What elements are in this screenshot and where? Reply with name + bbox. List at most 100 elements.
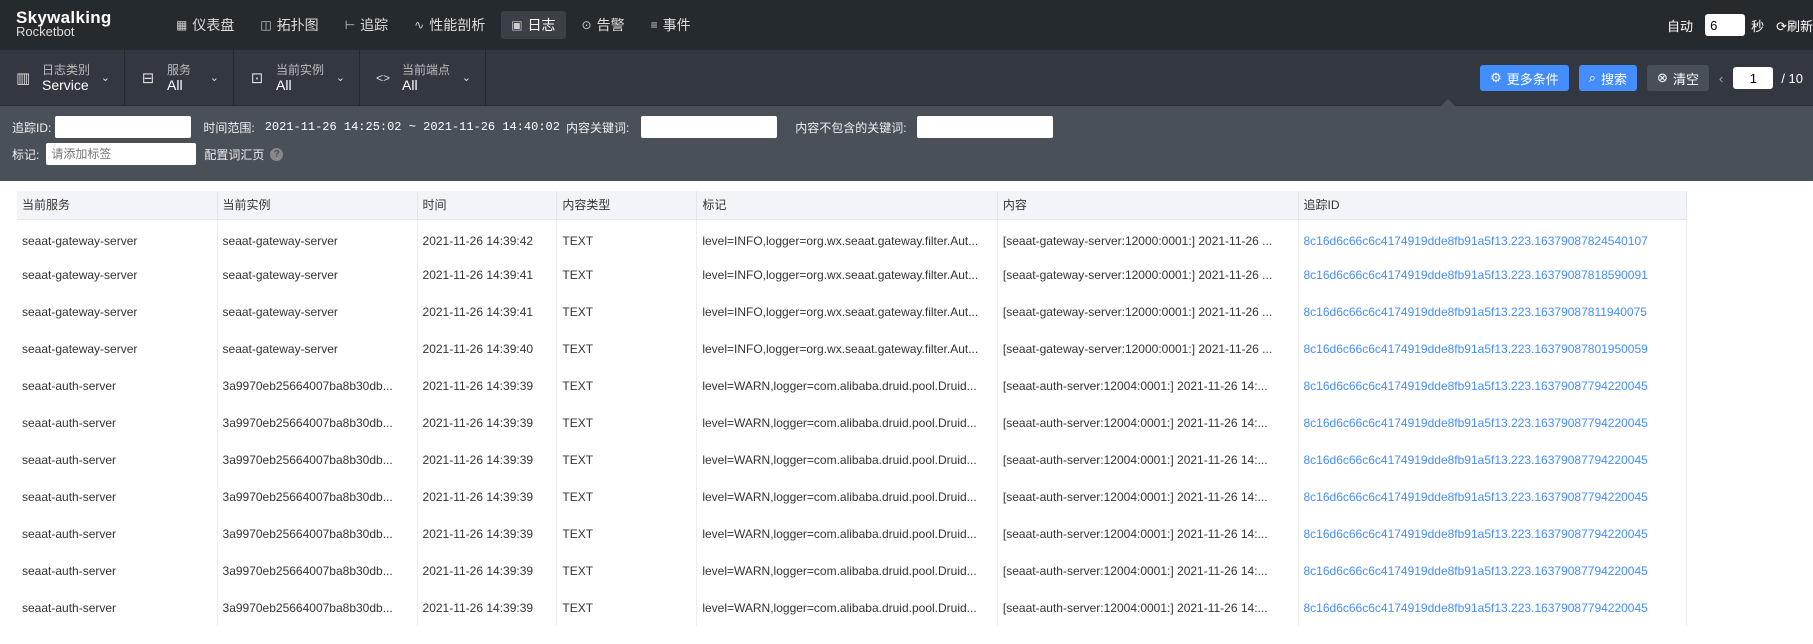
table-row[interactable]: seaat-auth-server 3a9970eb25664007ba8b30d… xyxy=(17,441,1687,478)
tags-label: 标记: xyxy=(12,147,40,162)
page-input[interactable] xyxy=(1733,67,1774,89)
nav-label: 追踪 xyxy=(360,17,389,33)
cell-trace-id[interactable]: 8c16d6c66c6c4174919dde8fb91a5f13.223.163… xyxy=(1298,515,1687,552)
cell-trace-id[interactable]: 8c16d6c66c6c4174919dde8fb91a5f13.223.163… xyxy=(1298,478,1687,515)
endpoint-select[interactable]: <> 当前端点 All ⌄ xyxy=(360,49,486,106)
refresh-button[interactable]: ⟳刷新 xyxy=(1776,16,1813,35)
trace-icon: ⊢ xyxy=(344,18,356,32)
select-label: 服务 xyxy=(167,62,192,77)
table-row[interactable]: seaat-auth-server 3a9970eb25664007ba8b30d… xyxy=(17,404,1687,441)
trace-id-input[interactable] xyxy=(55,116,192,138)
cell-content-type: TEXT xyxy=(556,219,698,256)
more-conditions-button[interactable]: ⚙ 更多条件 xyxy=(1480,65,1569,91)
refresh-interval-input[interactable] xyxy=(1705,14,1746,36)
config-vocab-link[interactable]: 配置词汇页 xyxy=(204,146,264,163)
col-header-content: 内容 xyxy=(997,191,1299,220)
cell-time: 2021-11-26 14:39:40 xyxy=(417,330,558,367)
cell-content-type: TEXT xyxy=(556,256,698,293)
cell-tags: level=WARN,logger=com.alibaba.druid.pool… xyxy=(696,515,998,552)
auto-refresh: 自动 秒 ⟳刷新 xyxy=(1667,0,1813,50)
col-header-tags: 标记 xyxy=(696,191,998,220)
cell-content: [seaat-gateway-server:12000:0001:] 2021-… xyxy=(997,293,1299,330)
nav-trace[interactable]: ⊢ 追踪 xyxy=(335,11,398,39)
table-row[interactable]: seaat-gateway-server seaat-gateway-server… xyxy=(17,293,1687,330)
keywords-label: 内容关键词: xyxy=(565,120,630,135)
cell-content-type: TEXT xyxy=(556,515,698,552)
topology-icon: ◫ xyxy=(260,18,272,32)
help-icon[interactable]: ? xyxy=(270,147,284,161)
chevron-down-icon: ⌄ xyxy=(209,72,219,84)
cell-trace-id[interactable]: 8c16d6c66c6c4174919dde8fb91a5f13.223.163… xyxy=(1298,219,1687,256)
cell-trace-id[interactable]: 8c16d6c66c6c4174919dde8fb91a5f13.223.163… xyxy=(1298,552,1687,589)
table-row[interactable]: seaat-auth-server 3a9970eb25664007ba8b30d… xyxy=(17,589,1687,626)
refresh-icon: ⟳ xyxy=(1776,18,1787,34)
nav-profile[interactable]: ∿ 性能剖析 xyxy=(404,11,495,39)
chevron-left-icon[interactable]: ‹ xyxy=(1719,71,1723,86)
instance-select[interactable]: ⊡ 当前实例 All ⌄ xyxy=(234,49,360,106)
cell-time: 2021-11-26 14:39:39 xyxy=(417,552,558,589)
keywords-input[interactable] xyxy=(641,116,778,138)
cell-tags: level=WARN,logger=com.alibaba.druid.pool… xyxy=(696,367,998,404)
dashboard-icon: ▦ xyxy=(176,18,188,32)
cell-trace-id[interactable]: 8c16d6c66c6c4174919dde8fb91a5f13.223.163… xyxy=(1298,330,1687,367)
col-header-instance: 当前实例 xyxy=(217,191,418,220)
cell-instance: seaat-gateway-server xyxy=(217,330,418,367)
cell-time: 2021-11-26 14:39:42 xyxy=(417,219,558,256)
cell-instance: seaat-gateway-server xyxy=(217,293,418,330)
cell-trace-id[interactable]: 8c16d6c66c6c4174919dde8fb91a5f13.223.163… xyxy=(1298,441,1687,478)
page-total: / 10 xyxy=(1781,70,1803,86)
table-row[interactable]: seaat-gateway-server seaat-gateway-server… xyxy=(17,330,1687,367)
service-select[interactable]: ⊟ 服务 All ⌄ xyxy=(125,49,234,106)
cell-time: 2021-11-26 14:39:39 xyxy=(417,367,558,404)
brand-subtitle: Rocketbot xyxy=(16,24,75,39)
table-row[interactable]: seaat-gateway-server seaat-gateway-server… xyxy=(17,219,1687,256)
profile-icon: ∿ xyxy=(414,18,425,32)
select-label: 日志类别 xyxy=(42,62,91,77)
filter-tools: ⚙ 更多条件 ⌕ 搜索 ⊗ 清空 ‹ / 10 xyxy=(1480,50,1813,106)
cell-content-type: TEXT xyxy=(556,552,698,589)
cell-content-type: TEXT xyxy=(556,293,698,330)
cell-instance: 3a9970eb25664007ba8b30db... xyxy=(217,441,418,478)
time-range-value[interactable]: 2021-11-26 14:25:02 ~ 2021-11-26 14:40:0… xyxy=(265,120,560,134)
cell-content: [seaat-auth-server:12004:0001:] 2021-11-… xyxy=(997,404,1299,441)
tags-input[interactable] xyxy=(46,143,197,165)
table-row[interactable]: seaat-auth-server 3a9970eb25664007ba8b30d… xyxy=(17,552,1687,589)
log-category-select[interactable]: ▥ 日志类别 Service ⌄ xyxy=(0,49,125,106)
search-button[interactable]: ⌕ 搜索 xyxy=(1578,65,1638,91)
nav-topology[interactable]: ◫ 拓扑图 xyxy=(250,11,328,39)
cell-instance: seaat-gateway-server xyxy=(217,219,418,256)
chevron-down-icon: ⌄ xyxy=(335,72,345,84)
select-label: 当前端点 xyxy=(402,62,451,77)
search-icon: ⌕ xyxy=(1588,70,1597,85)
cell-service: seaat-auth-server xyxy=(17,441,218,478)
filter-bar: ▥ 日志类别 Service ⌄ ⊟ 服务 All ⌄ ⊡ 当前实例 All ⌄ <>… xyxy=(0,49,1813,106)
cell-service: seaat-auth-server xyxy=(17,515,218,552)
nav-label: 仪表盘 xyxy=(192,17,235,33)
table-row[interactable]: seaat-auth-server 3a9970eb25664007ba8b30d… xyxy=(17,478,1687,515)
clear-button[interactable]: ⊗ 清空 xyxy=(1647,65,1709,91)
cell-content: [seaat-gateway-server:12000:0001:] 2021-… xyxy=(997,256,1299,293)
cell-tags: level=INFO,logger=org.wx.seaat.gateway.f… xyxy=(696,330,998,367)
cell-trace-id[interactable]: 8c16d6c66c6c4174919dde8fb91a5f13.223.163… xyxy=(1298,293,1687,330)
cell-tags: level=INFO,logger=org.wx.seaat.gateway.f… xyxy=(696,219,998,256)
table-row[interactable]: seaat-auth-server 3a9970eb25664007ba8b30d… xyxy=(17,367,1687,404)
table-row[interactable]: seaat-gateway-server seaat-gateway-server… xyxy=(17,256,1687,293)
cell-tags: level=WARN,logger=com.alibaba.druid.pool… xyxy=(696,552,998,589)
instance-icon: ⊡ xyxy=(250,69,264,87)
nav-dashboard[interactable]: ▦ 仪表盘 xyxy=(166,11,244,39)
table-row[interactable]: seaat-auth-server 3a9970eb25664007ba8b30d… xyxy=(17,515,1687,552)
nav-alarm[interactable]: ⊙ 告警 xyxy=(572,11,635,39)
nav-event[interactable]: ≡ 事件 xyxy=(641,11,701,39)
nav-label: 事件 xyxy=(662,17,691,33)
select-value: All xyxy=(167,76,183,93)
cell-trace-id[interactable]: 8c16d6c66c6c4174919dde8fb91a5f13.223.163… xyxy=(1298,404,1687,441)
exclude-keywords-input[interactable] xyxy=(916,116,1053,138)
cell-content: [seaat-auth-server:12004:0001:] 2021-11-… xyxy=(997,441,1299,478)
cell-trace-id[interactable]: 8c16d6c66c6c4174919dde8fb91a5f13.223.163… xyxy=(1298,256,1687,293)
cell-trace-id[interactable]: 8c16d6c66c6c4174919dde8fb91a5f13.223.163… xyxy=(1298,367,1687,404)
cell-trace-id[interactable]: 8c16d6c66c6c4174919dde8fb91a5f13.223.163… xyxy=(1298,589,1687,626)
log-table-wrap: 当前服务 当前实例 时间 内容类型 标记 内容 追踪ID seaat-gatew… xyxy=(0,181,1813,626)
brand-name: Skywalking xyxy=(16,8,112,27)
nav-log[interactable]: ▣ 日志 xyxy=(501,11,566,39)
select-value: Service xyxy=(42,76,89,93)
